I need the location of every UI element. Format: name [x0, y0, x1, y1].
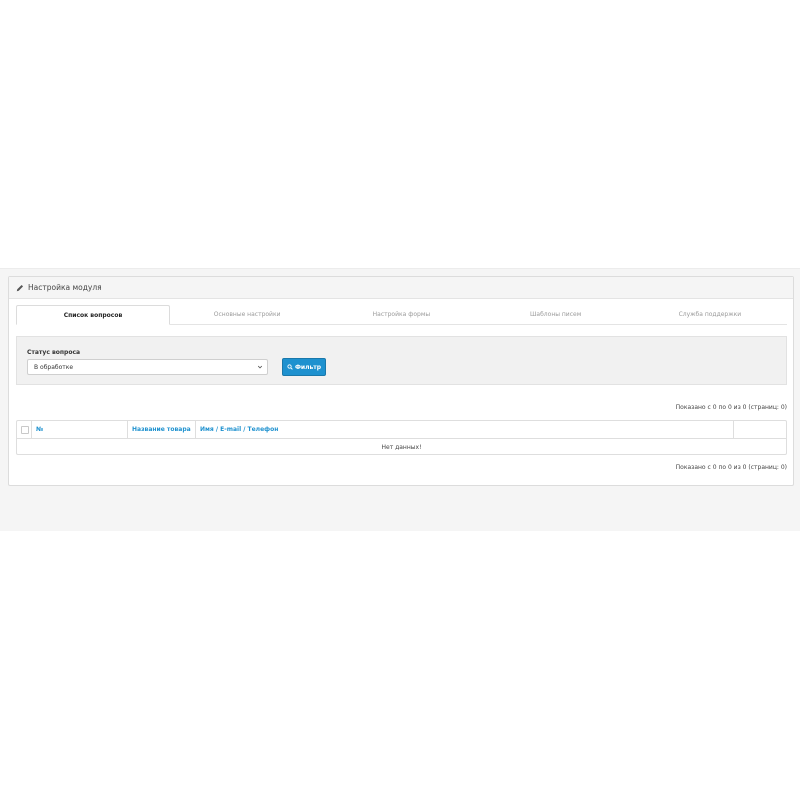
tab-questions-list[interactable]: Список вопросов	[16, 305, 170, 325]
tab-form-settings[interactable]: Настройка формы	[324, 305, 478, 324]
status-select[interactable]: В обработке	[27, 359, 268, 375]
filter-button[interactable]: Фильтр	[282, 358, 326, 376]
tab-bar: Список вопросов Основные настройки Настр…	[16, 305, 787, 325]
column-number[interactable]: №	[32, 421, 128, 438]
panel-title: Настройка модуля	[28, 283, 102, 292]
select-all-cell	[17, 421, 32, 438]
pencil-icon	[16, 284, 24, 292]
column-actions	[734, 421, 786, 438]
filter-well: Статус вопроса В обработке Фильтр	[16, 336, 787, 385]
pagination-summary-top: Показано с 0 по 0 из 0 (страниц: 0)	[675, 404, 787, 411]
search-icon	[287, 364, 293, 370]
status-select-value: В обработке	[34, 363, 74, 371]
filter-button-label: Фильтр	[294, 363, 322, 371]
table-header: № Название товара Имя / E-mail / Телефон	[17, 421, 786, 439]
empty-table-row: Нет данных!	[381, 443, 422, 451]
tab-main-settings[interactable]: Основные настройки	[170, 305, 324, 324]
tab-support[interactable]: Служба поддержки	[633, 305, 787, 324]
status-label: Статус вопроса	[27, 349, 81, 356]
chevron-down-icon	[257, 364, 263, 370]
pagination-summary-bottom: Показано с 0 по 0 из 0 (страниц: 0)	[675, 464, 787, 471]
module-settings-panel: Настройка модуля Список вопросов Основны…	[8, 276, 794, 486]
panel-heading: Настройка модуля	[9, 277, 793, 299]
column-contact[interactable]: Имя / E-mail / Телефон	[196, 421, 734, 438]
tab-email-templates[interactable]: Шаблоны писем	[479, 305, 633, 324]
select-all-checkbox[interactable]	[21, 425, 29, 434]
questions-table: № Название товара Имя / E-mail / Телефон…	[16, 420, 787, 455]
column-product-name[interactable]: Название товара	[128, 421, 196, 438]
